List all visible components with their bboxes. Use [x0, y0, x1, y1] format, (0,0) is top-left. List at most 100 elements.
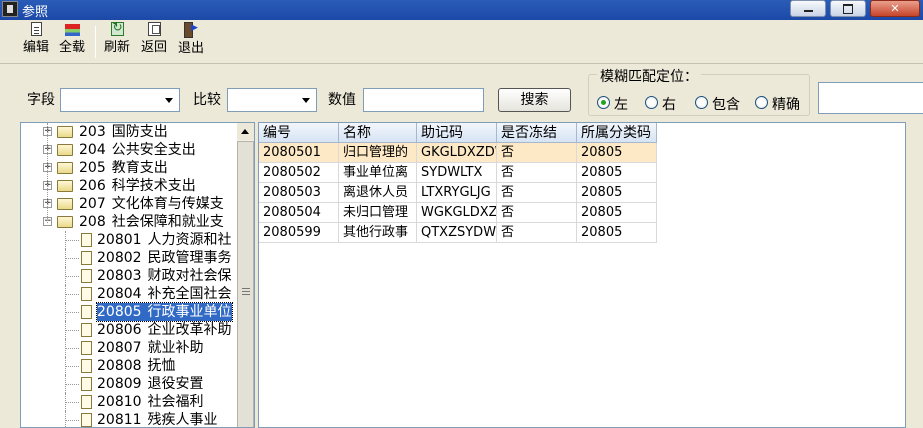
load-all-button[interactable]: 全载: [56, 22, 88, 62]
field-select[interactable]: [60, 88, 180, 112]
table-cell[interactable]: 未归口管理: [339, 203, 417, 223]
column-header[interactable]: 是否冻结: [497, 123, 577, 143]
table-cell[interactable]: WGKGLDXZD': [417, 203, 497, 223]
maximize-button[interactable]: [830, 0, 866, 17]
tree-connector: [65, 240, 79, 241]
document-icon: [81, 251, 92, 265]
table-cell[interactable]: 否: [497, 143, 577, 163]
tree-leaf-name: 企业改革补助: [147, 322, 232, 338]
table-cell[interactable]: 否: [497, 223, 577, 243]
close-button[interactable]: ✕: [870, 0, 920, 17]
tree-node-text: 203 国防支出: [79, 123, 168, 141]
tree-leaf-code: 20804: [97, 286, 142, 302]
table-cell[interactable]: 20805: [577, 183, 657, 203]
maximize-icon: [831, 1, 865, 18]
compare-select[interactable]: [227, 88, 317, 112]
exit-button[interactable]: 退出: [175, 22, 207, 62]
back-label: 返回: [140, 40, 167, 55]
tree-connector: [65, 312, 79, 313]
table-cell[interactable]: 2080501: [259, 143, 339, 163]
table-cell[interactable]: QTXZSYDWL': [417, 223, 497, 243]
field-label: 字段: [27, 92, 55, 108]
document-icon: [81, 269, 92, 283]
data-grid[interactable]: 编号名称助记码是否冻结所属分类码 2080501归口管理的GKGLDXZDWl否…: [258, 122, 906, 428]
tree-connector: [65, 384, 79, 385]
fuzzy-match-legend: 模糊匹配定位：: [597, 66, 701, 86]
tree-connector: [65, 411, 66, 427]
tree-leaf-text: 20809 退役安置: [97, 375, 204, 393]
table-cell[interactable]: 20805: [577, 143, 657, 163]
tree-leaf-text-selected: 20805 行政事业单位: [96, 302, 233, 322]
folder-icon: [57, 144, 73, 156]
tree-leaf-name: 人力资源和社: [147, 232, 232, 248]
table-cell[interactable]: 离退休人员: [339, 183, 417, 203]
tree-leaf-text: 20801 人力资源和社: [97, 231, 232, 249]
table-cell[interactable]: 2080502: [259, 163, 339, 183]
table-cell[interactable]: 2080504: [259, 203, 339, 223]
chevron-down-icon[interactable]: [161, 90, 178, 110]
tree-connector: [65, 258, 79, 259]
tree-leaf-code: 20807: [97, 340, 142, 356]
document-icon: [81, 323, 92, 337]
tree-leaf-code: 20801: [97, 232, 142, 248]
refresh-button[interactable]: 刷新: [101, 20, 133, 62]
column-header[interactable]: 名称: [339, 123, 417, 143]
table-cell[interactable]: 20805: [577, 163, 657, 183]
tree-node-code: 205: [79, 160, 106, 176]
table-cell[interactable]: 事业单位离: [339, 163, 417, 183]
table-cell[interactable]: 20805: [577, 203, 657, 223]
tree-leaf-text: 20802 民政管理事务: [97, 249, 232, 267]
scroll-thumb[interactable]: [237, 141, 254, 427]
table-cell[interactable]: GKGLDXZDWl: [417, 143, 497, 163]
tree-node-name: 公共安全支出: [111, 142, 196, 158]
back-icon: [147, 22, 161, 36]
toolbar-separator: [95, 26, 96, 58]
document-icon: [81, 341, 92, 355]
tree-leaf-name: 抚恤: [147, 358, 176, 374]
tree-node-text: 206 科学技术支出: [79, 177, 196, 195]
search-button[interactable]: 搜索: [498, 88, 571, 112]
tree-node-text: 205 教育支出: [79, 159, 168, 177]
table-cell[interactable]: 归口管理的: [339, 143, 417, 163]
value-label: 数值: [328, 92, 356, 108]
locate-input[interactable]: [818, 82, 923, 114]
radio-icon: [755, 96, 768, 109]
category-tree[interactable]: +203 国防支出 +204 公共安全支出 +205 教育支出 +206 科学技术支出 +207…: [20, 122, 255, 428]
tree-leaf-name: 社会福利: [147, 394, 204, 410]
table-cell[interactable]: 其他行政事: [339, 223, 417, 243]
load-all-icon: [64, 24, 80, 36]
column-header[interactable]: 助记码: [417, 123, 497, 143]
minimize-button[interactable]: [790, 0, 826, 17]
document-icon: [81, 395, 92, 409]
table-cell[interactable]: 2080503: [259, 183, 339, 203]
tree-scrollbar[interactable]: [237, 123, 254, 427]
exit-label: 退出: [177, 41, 204, 56]
toolbar: 编辑 全载 刷新 返回 退出: [0, 20, 923, 64]
app-icon: [2, 1, 18, 17]
scroll-up-icon[interactable]: [237, 123, 254, 140]
table-cell[interactable]: 否: [497, 203, 577, 223]
folder-icon: [57, 198, 73, 210]
radio-icon: [695, 96, 708, 109]
table-cell[interactable]: 2080599: [259, 223, 339, 243]
table-cell[interactable]: SYDWLTX: [417, 163, 497, 183]
column-header[interactable]: 编号: [259, 123, 339, 143]
value-input[interactable]: [363, 88, 484, 112]
chevron-down-icon[interactable]: [298, 90, 315, 110]
table-cell[interactable]: LTXRYGLJG: [417, 183, 497, 203]
back-button[interactable]: 返回: [138, 22, 170, 62]
tree-connector: [65, 249, 66, 267]
tree-node-text: 208 社会保障和就业支: [79, 213, 224, 231]
document-icon: [81, 305, 92, 319]
edit-button[interactable]: 编辑: [20, 22, 52, 62]
tree-leaf-code: 20808: [97, 358, 142, 374]
table-cell[interactable]: 否: [497, 183, 577, 203]
column-header[interactable]: 所属分类码: [577, 123, 657, 143]
tree-connector: [65, 303, 66, 321]
tree-connector: [65, 375, 66, 393]
table-cell[interactable]: 否: [497, 163, 577, 183]
tree-node-name: 教育支出: [111, 160, 168, 176]
table-cell[interactable]: 20805: [577, 223, 657, 243]
tree-connector: [65, 321, 66, 339]
tree-connector: [65, 330, 79, 331]
